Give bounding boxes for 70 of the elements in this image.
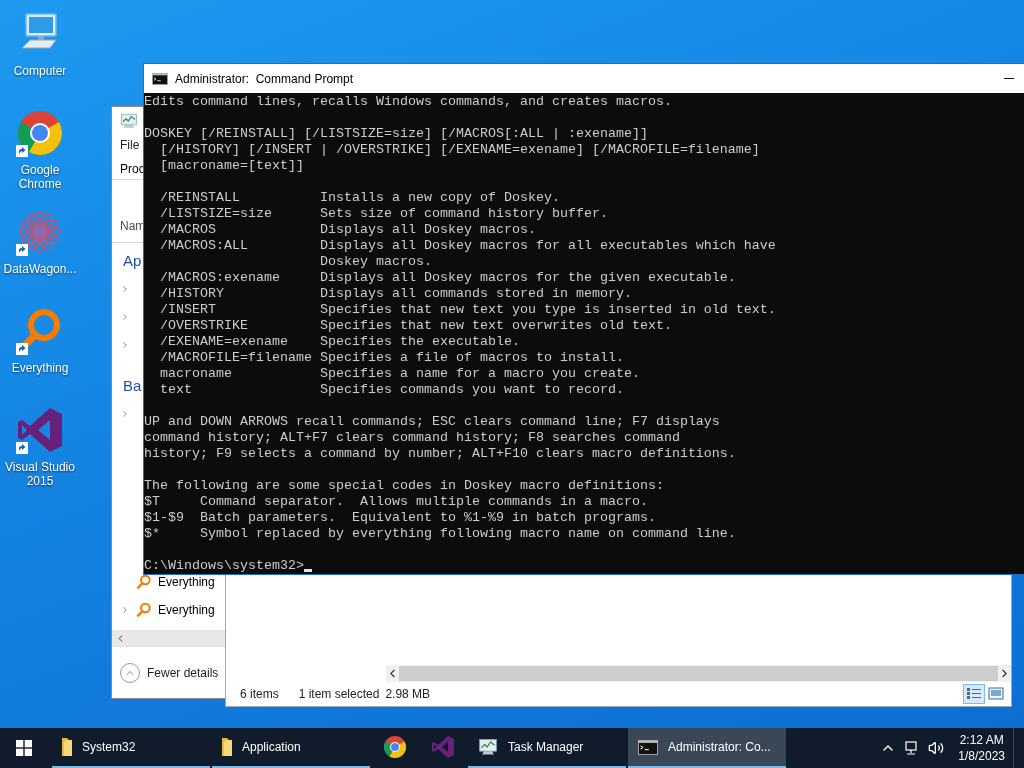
console-line: /MACROS:exename Displays all Doskey macros for the given executable. (159, 270, 736, 286)
console-line: Doskey macros. (318, 254, 432, 270)
horizontal-scrollbar[interactable] (112, 630, 226, 646)
visual-studio-icon (431, 735, 455, 759)
taskbar-command-prompt-button[interactable]: Administrator: Co... (628, 728, 786, 768)
console-line: [macroname=[text]] (159, 158, 304, 174)
status-text: 2.98 MB (385, 687, 431, 701)
menu-item[interactable]: File (120, 135, 140, 155)
console-line: DOSKEY [/REINSTALL] [/LISTSIZE=size] [/MACROS[:ALL | :exename]] (144, 126, 648, 142)
expand-chevron-icon[interactable] (120, 409, 130, 419)
console-line: text Specifies commands you want to record. (159, 382, 624, 398)
status-text: 1 item selected (298, 687, 380, 701)
console-line: command history; ALT+F7 clears command history; F8 searches command (144, 430, 680, 446)
scrollbar-thumb[interactable] (399, 666, 998, 681)
process-name[interactable]: Everything (158, 575, 215, 589)
console-line: /EXENAME=exename Specifies the executable. (159, 334, 520, 350)
expand-chevron-icon[interactable] (120, 605, 130, 615)
console-line: /MACROS:ALL Displays all Doskey macros for all executables which have (159, 238, 776, 254)
monitor-chart-icon (478, 737, 498, 757)
console-line: history; F9 selects a command by number; ALT+F10 clears macro definitions. (144, 446, 736, 462)
process-name[interactable]: Everything (158, 603, 215, 617)
taskbar-task-manager-button[interactable]: Task Manager (468, 728, 626, 768)
console-line: $T Command separator. Allows multiple commands in a macro. (144, 494, 648, 510)
expand-chevron-icon[interactable] (120, 284, 130, 294)
list-view-icon (966, 687, 982, 701)
status-text: 6 items (240, 687, 279, 701)
console-icon (638, 739, 658, 755)
horizontal-scrollbar[interactable] (386, 665, 1011, 682)
folder-icon (222, 738, 232, 756)
expand-chevron-icon[interactable] (120, 340, 130, 350)
desktop-shortcut[interactable]: Visual Studio 2015 (0, 404, 80, 503)
console-line: $1-$9 Batch parameters. Equivalent to %1-%9 in batch programs. (144, 510, 656, 526)
expand-chevron-icon[interactable] (120, 312, 130, 322)
group-title: Ba (122, 376, 142, 396)
console-line: /MACROFILE=filename Specifies a file of macros to install. (159, 350, 624, 366)
details-view-button[interactable] (963, 684, 985, 704)
clock[interactable]: 2:12 AM 1/8/2023 (958, 732, 1005, 764)
minimize-icon (1004, 78, 1014, 79)
console-line: /INSERT Specifies that new text you type is inserted in old text. (159, 302, 776, 318)
chrome-icon (383, 735, 407, 759)
fewer-details-button[interactable]: Fewer details (120, 662, 219, 683)
taskbar-folder-button[interactable]: System32 (52, 728, 210, 768)
console-line: /LISTSIZE=size Sets size of command history buffer. (159, 206, 608, 222)
windows-logo-icon (16, 740, 32, 756)
volume-icon[interactable] (928, 740, 945, 756)
group-title: Ap (122, 251, 142, 271)
window-title: Administrator: Command Prompt (175, 71, 354, 86)
console-line: /REINSTALL Installs a new copy of Doskey. (159, 190, 560, 206)
console-line: UP and DOWN ARROWS recall commands; ESC clears command line; F7 displays (144, 414, 720, 430)
folder-icon (62, 738, 72, 756)
console-line: /OVERSTRIKE Specifies that new text overwrites old text. (159, 318, 672, 334)
console-icon (152, 72, 168, 85)
text-cursor (303, 569, 312, 572)
console-line: /MACROS Displays all Doskey macros. (159, 222, 536, 238)
desktop-shortcut[interactable]: Everything (0, 305, 80, 404)
flower-pattern-icon (16, 208, 64, 256)
taskbar-folder-button[interactable]: Application (212, 728, 370, 768)
picture-view-icon (988, 687, 1004, 701)
console-line: The following are some special codes in Doskey macro definitions: (144, 478, 664, 494)
console-line: $* Symbol replaced by everything following macro name on command line. (144, 526, 736, 542)
console-line: macroname Specifies a name for a macro you create. (159, 366, 640, 382)
monitor-chart-icon (120, 112, 138, 130)
command-prompt: C:\Windows\system32> (144, 558, 304, 574)
magnifier-icon (136, 574, 152, 590)
console-line: Edits command lines, recalls Windows commands, and creates macros. (144, 94, 672, 110)
magnifier-icon (136, 602, 152, 618)
visual-studio-icon (16, 406, 64, 454)
console-line: [/HISTORY] [/INSERT | /OVERSTRIKE] [/EXENAME=exename] [/MACROFILE=filename] (159, 142, 760, 158)
console-line: /HISTORY Displays all commands stored in memory. (159, 286, 632, 302)
chrome-icon (16, 109, 64, 157)
